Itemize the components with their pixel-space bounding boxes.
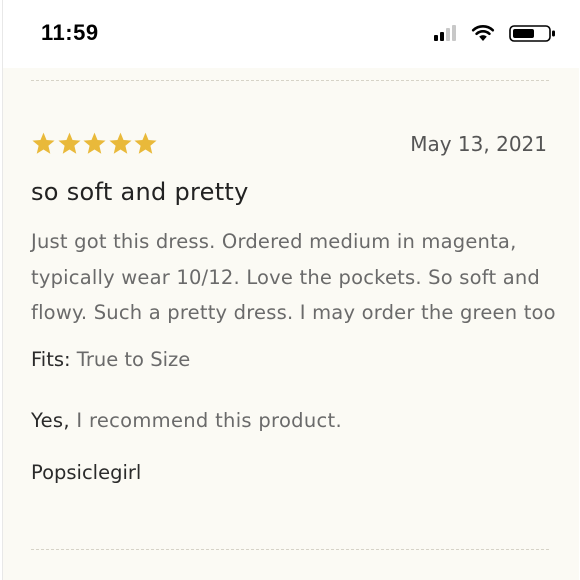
review-body: Just got this dress. Ordered medium in m…: [31, 230, 556, 324]
fits-row: Fits: True to Size: [31, 348, 190, 371]
phone-screen: 11:59 May 13, 2021 so soft and pretty Ju…: [2, 0, 579, 580]
star-icon: [57, 132, 81, 154]
cellular-signal-icon: [434, 24, 460, 42]
review-title: so soft and pretty: [31, 178, 249, 206]
review-card: May 13, 2021 so soft and pretty Just got…: [3, 68, 579, 580]
star-icon: [32, 132, 55, 154]
star-rating: [31, 131, 159, 156]
top-divider: [31, 80, 549, 81]
battery-icon: [509, 25, 555, 42]
star-icon: [134, 132, 157, 154]
review-date: May 13, 2021: [410, 132, 547, 156]
star-icon: [83, 132, 106, 154]
fits-value: True to Size: [76, 348, 191, 371]
recommend-yes: Yes,: [31, 409, 70, 432]
recommend-row: Yes, I recommend this product.: [31, 409, 342, 432]
wifi-icon: [471, 25, 495, 41]
star-icon: [108, 132, 132, 154]
fits-label: Fits:: [31, 348, 71, 371]
bottom-divider: [31, 549, 549, 550]
recommend-text: I recommend this product.: [76, 409, 342, 432]
status-bar: 11:59: [3, 0, 579, 68]
status-time: 11:59: [41, 20, 99, 45]
review-author: Popsiclegirl: [31, 461, 142, 484]
